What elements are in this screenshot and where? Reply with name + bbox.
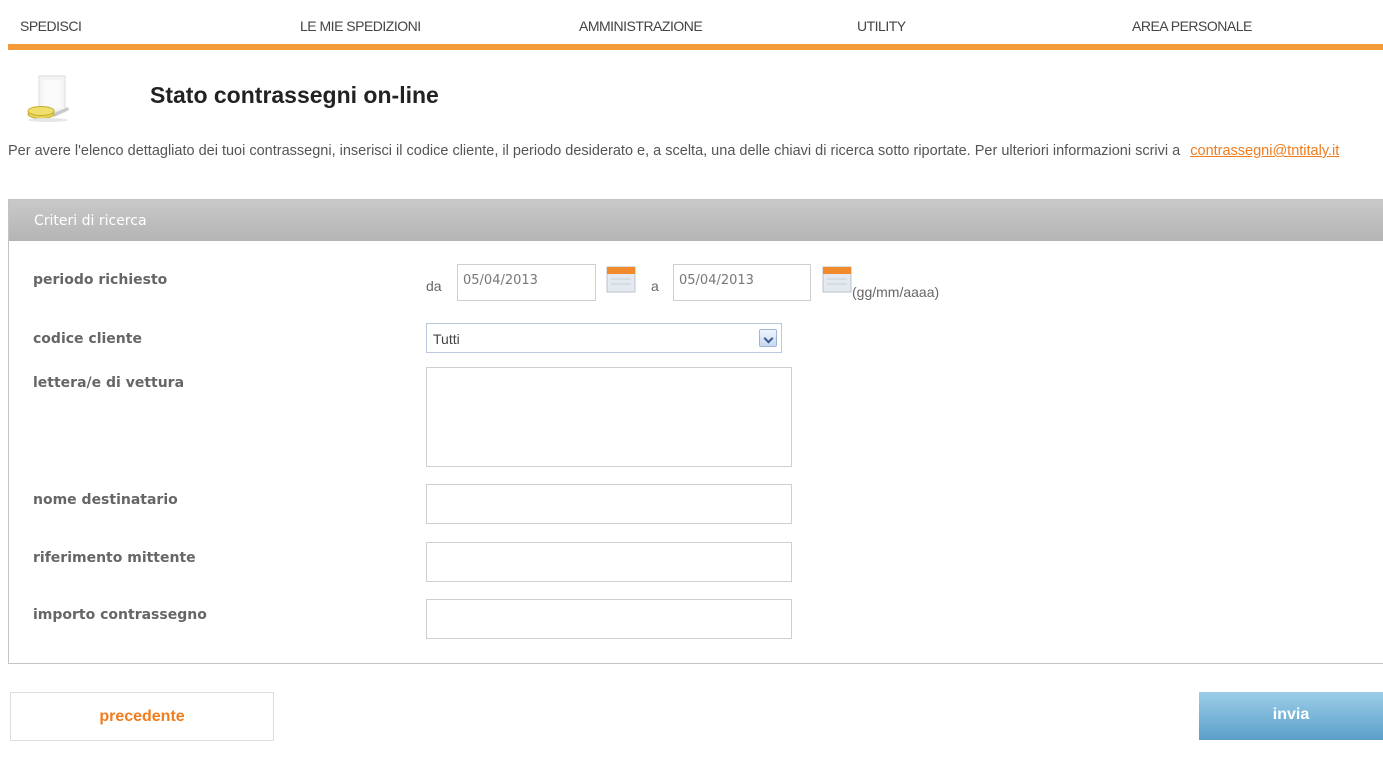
date-from-input[interactable]: 05/04/2013 — [457, 264, 596, 301]
top-navigation: SPEDISCI LE MIE SPEDIZIONI AMMINISTRAZIO… — [0, 0, 1383, 50]
date-to-input[interactable]: 05/04/2013 — [673, 264, 811, 301]
nav-item-utility[interactable]: UTILITY — [857, 18, 906, 34]
nav-item-amministrazione[interactable]: AMMINISTRAZIONE — [579, 18, 703, 34]
panel-title: Criteri di ricerca — [34, 213, 147, 229]
to-label: a — [651, 278, 659, 294]
page-title: Stato contrassegni on-line — [150, 82, 439, 108]
chevron-down-icon[interactable] — [759, 329, 777, 347]
period-label: periodo richiesto — [33, 272, 168, 288]
client-code-label: codice cliente — [33, 331, 142, 347]
sender-reference-input[interactable] — [426, 542, 792, 582]
waybill-textarea[interactable] — [426, 367, 792, 467]
intro-text: Per avere l'elenco dettagliato dei tuoi … — [8, 143, 1378, 159]
from-label: da — [426, 278, 442, 294]
client-code-select[interactable]: Tutti — [426, 323, 782, 353]
cod-amount-label: importo contrassegno — [33, 607, 207, 623]
recipient-name-input[interactable] — [426, 484, 792, 524]
panel-header: Criteri di ricerca — [9, 200, 1383, 241]
submit-button[interactable]: invia — [1199, 692, 1383, 740]
nav-item-le-mie-spedizioni[interactable]: LE MIE SPEDIZIONI — [300, 18, 421, 34]
intro-description: Per avere l'elenco dettagliato dei tuoi … — [8, 143, 1181, 159]
nav-item-area-personale[interactable]: AREA PERSONALE — [1132, 18, 1252, 34]
document-coins-icon — [22, 74, 74, 124]
calendar-to-icon[interactable] — [822, 264, 852, 294]
date-format-hint: (gg/mm/aaaa) — [852, 284, 940, 300]
contact-email-link[interactable]: contrassegni@tntitaly.it — [1190, 143, 1339, 159]
waybill-label: lettera/e di vettura — [33, 375, 185, 391]
cod-amount-input[interactable] — [426, 599, 792, 639]
previous-button[interactable]: precedente — [10, 692, 274, 741]
recipient-name-label: nome destinatario — [33, 492, 178, 508]
calendar-from-icon[interactable] — [606, 264, 636, 294]
nav-accent-bar — [8, 44, 1383, 50]
sender-reference-label: riferimento mittente — [33, 550, 196, 566]
client-code-selected-value: Tutti — [433, 331, 460, 347]
nav-item-spedisci[interactable]: SPEDISCI — [20, 18, 82, 34]
